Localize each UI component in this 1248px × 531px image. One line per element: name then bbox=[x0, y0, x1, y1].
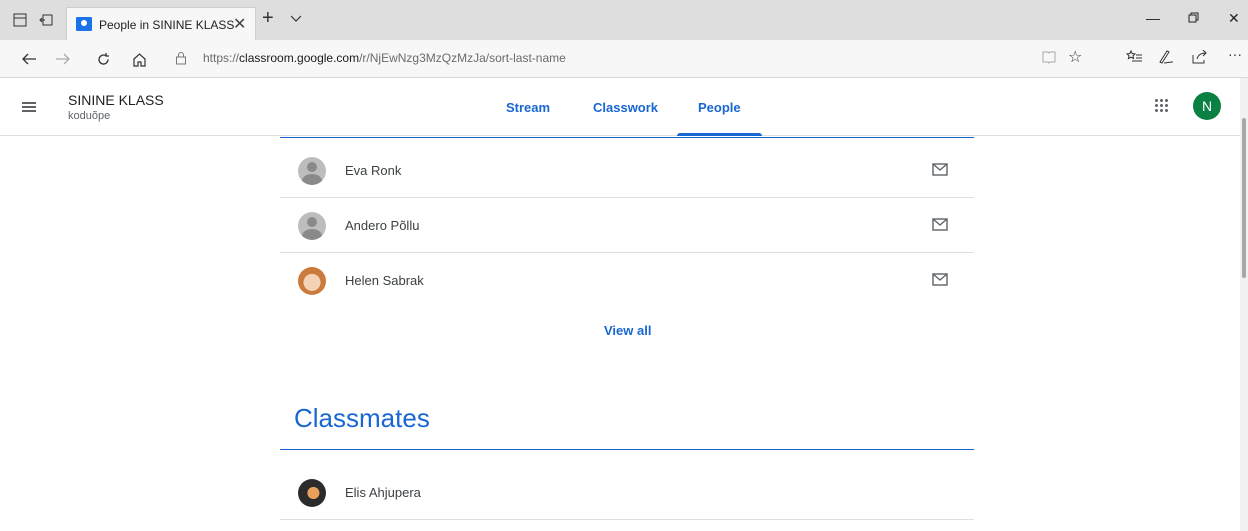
share-icon[interactable] bbox=[1192, 49, 1208, 69]
back-icon[interactable] bbox=[20, 50, 38, 68]
person-name: Andero Põllu bbox=[345, 218, 420, 233]
active-tab-indicator bbox=[677, 133, 762, 136]
address-bar: https://classroom.google.com/r/NjEwNzg3M… bbox=[0, 40, 1248, 78]
person-name: Helen Sabrak bbox=[345, 273, 424, 288]
minimize-icon[interactable]: — bbox=[1146, 10, 1160, 26]
email-icon[interactable] bbox=[932, 273, 948, 287]
list-item: Eva Ronk bbox=[280, 143, 974, 198]
home-icon[interactable] bbox=[130, 50, 148, 68]
avatar bbox=[298, 157, 326, 185]
browser-tab-active[interactable]: People in SININE KLASS ✕ bbox=[66, 7, 256, 40]
refresh-icon[interactable] bbox=[94, 50, 112, 68]
restore-icon[interactable] bbox=[1188, 10, 1199, 26]
classmates-heading: Classmates bbox=[294, 403, 430, 433]
close-window-icon[interactable]: ✕ bbox=[1228, 10, 1240, 27]
google-apps-icon[interactable] bbox=[1155, 99, 1169, 113]
url-text: https://classroom.google.com/r/NjEwNzg3M… bbox=[203, 51, 566, 65]
class-section: koduõpe bbox=[68, 110, 111, 122]
new-tab-icon[interactable]: + bbox=[262, 7, 274, 30]
main-menu-icon[interactable] bbox=[22, 102, 36, 112]
person-name: Elis Ahjupera bbox=[345, 485, 421, 500]
favorites-list-icon[interactable] bbox=[1125, 49, 1142, 69]
tab-classwork[interactable]: Classwork bbox=[593, 100, 658, 115]
page-scrollbar[interactable] bbox=[1240, 78, 1248, 531]
account-avatar[interactable]: N bbox=[1193, 92, 1221, 120]
list-item: Helen Sabrak bbox=[280, 253, 974, 308]
favorite-star-icon[interactable]: ☆ bbox=[1068, 47, 1082, 67]
tab-title: People in SININE KLASS bbox=[99, 18, 235, 32]
more-options-icon[interactable]: ··· bbox=[1228, 46, 1242, 62]
scrollbar-thumb[interactable] bbox=[1242, 118, 1246, 278]
tab-stream[interactable]: Stream bbox=[506, 100, 550, 115]
people-page: Eva Ronk Andero Põllu Helen Sabrak View … bbox=[0, 137, 1240, 531]
email-icon[interactable] bbox=[932, 163, 948, 177]
set-aside-tabs-icon[interactable] bbox=[38, 12, 54, 28]
tab-close-icon[interactable]: ✕ bbox=[233, 14, 246, 34]
list-item: Elis Ahjupera bbox=[280, 465, 974, 520]
avatar bbox=[298, 212, 326, 240]
tab-list-chevron-icon[interactable] bbox=[290, 11, 302, 29]
classroom-header: SININE KLASS koduõpe Stream Classwork Pe… bbox=[0, 78, 1240, 136]
url-field[interactable]: https://classroom.google.com/r/NjEwNzg3M… bbox=[175, 48, 1095, 70]
reading-view-icon[interactable] bbox=[1042, 50, 1056, 69]
section-divider bbox=[280, 449, 974, 450]
browser-tab-strip: People in SININE KLASS ✕ + — ✕ bbox=[0, 0, 1248, 40]
email-icon[interactable] bbox=[932, 218, 948, 232]
pen-notes-icon[interactable] bbox=[1158, 50, 1174, 69]
view-all-link[interactable]: View all bbox=[604, 323, 651, 338]
section-divider bbox=[280, 137, 974, 138]
class-name[interactable]: SININE KLASS bbox=[68, 92, 164, 108]
avatar bbox=[298, 267, 326, 295]
avatar bbox=[298, 479, 326, 507]
list-item: Andero Põllu bbox=[280, 198, 974, 253]
classroom-favicon-icon bbox=[76, 17, 92, 31]
person-name: Eva Ronk bbox=[345, 163, 402, 178]
tab-actions-icon[interactable] bbox=[12, 12, 28, 28]
lock-icon[interactable] bbox=[175, 51, 187, 70]
forward-icon[interactable] bbox=[54, 50, 72, 68]
tab-people[interactable]: People bbox=[698, 100, 741, 115]
